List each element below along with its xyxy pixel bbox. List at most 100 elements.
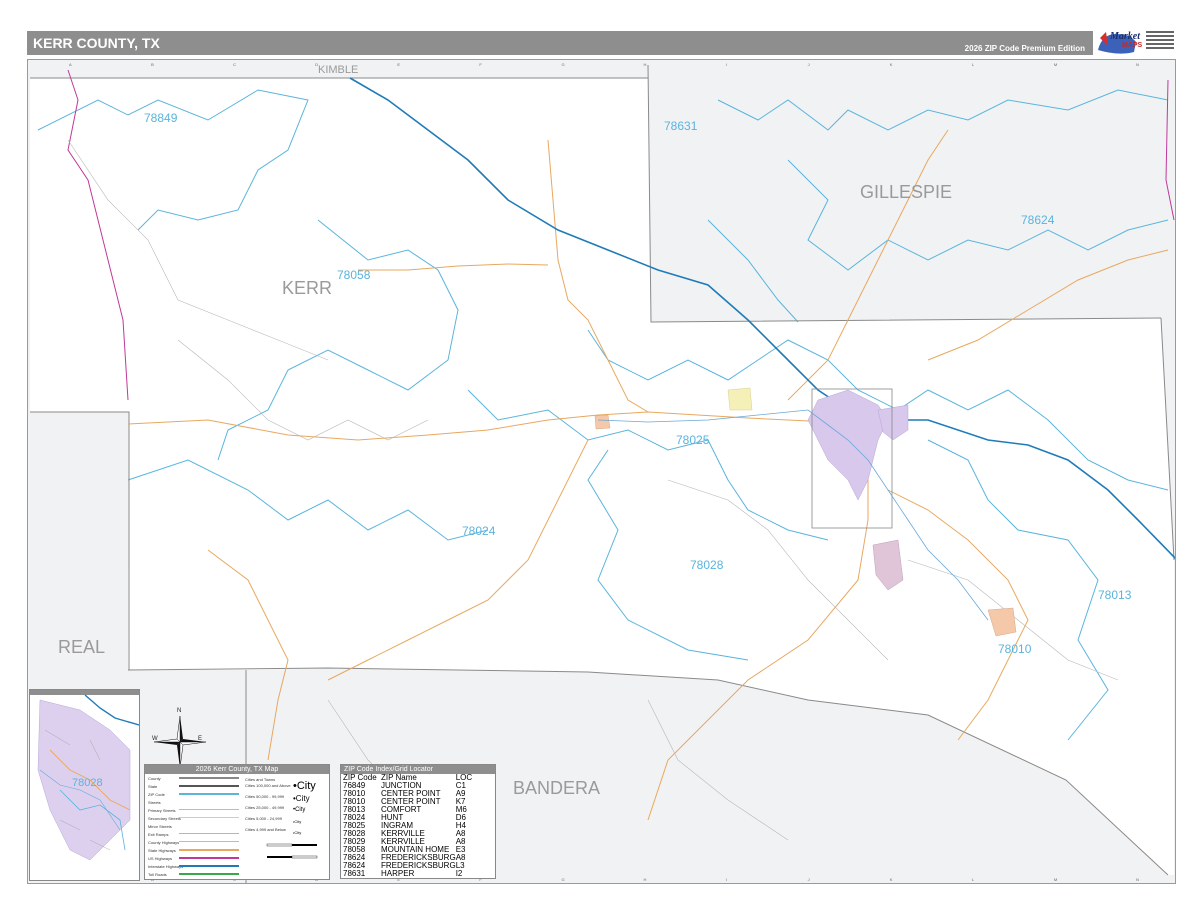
grid-letter-top-b: B: [151, 62, 154, 67]
local-road-e: [647, 699, 789, 841]
legend-swatch-toll: [179, 873, 239, 875]
zip-label-78849: 78849: [144, 111, 178, 125]
legend-city-tier-4-sample: •City: [293, 819, 302, 824]
legend-swatch-interstate: [179, 865, 239, 867]
logo-info: [1146, 31, 1174, 51]
compass-e: E: [198, 736, 203, 742]
zip-index-table: ZIP Code ZIP Name LOC 76849 JUNCTION C1 78…: [343, 774, 486, 878]
edition-label: 2026 ZIP Code Premium Edition: [964, 44, 1085, 53]
zip-index-zip: 78631: [343, 869, 366, 878]
legend-swatch-county: [179, 777, 239, 779]
legend-row-state-hwy: State Highways: [148, 848, 176, 853]
inset-zip-label-78028: 78028: [72, 777, 103, 789]
zip-code-index: ZIP Code Index/Grid Locator ZIP Code ZIP…: [340, 764, 496, 879]
legend-row-county: County: [148, 776, 161, 781]
legend-city-tier-3: Cities 25,000 - 49,999 •City: [245, 805, 327, 816]
legend-row-zip: ZIP Code: [148, 792, 165, 797]
grid-letter-top-g: G: [561, 62, 565, 67]
table-row: 78631 HARPER I2: [343, 870, 486, 878]
zip-boundary-i: [707, 219, 799, 323]
legend-swatch-primary: [179, 809, 239, 810]
county-label-bandera: BANDERA: [513, 778, 601, 798]
compass-w: W: [152, 736, 158, 742]
compass-n: N: [177, 708, 182, 714]
grid-letter-bottom-h: H: [643, 877, 647, 882]
grid-letter-top-k: K: [889, 62, 893, 67]
compass-star-icon: [153, 715, 207, 769]
grid-letter-top-h: H: [643, 62, 647, 67]
zip-label-78013: 78013: [1098, 588, 1132, 602]
legend-swatch-us-hwy: [179, 857, 239, 859]
legend-row-toll: Toll Roads: [148, 872, 167, 877]
legend-row-county-hwy: County Highways: [148, 840, 180, 845]
legend-swatch-county-hwy: [179, 841, 239, 842]
grid-letter-top-f: F: [479, 62, 482, 67]
legend-city-tier-5: Cities 4,999 and Below •City: [245, 827, 327, 838]
legend-city-tier-4-range: Cities 5,000 - 24,999: [245, 816, 282, 821]
grid-letter-top-n: N: [1135, 62, 1139, 67]
grid-letter-bottom-g: G: [561, 877, 565, 882]
zip-boundary-g: [787, 159, 1169, 271]
grid-letter-top-i: I: [725, 62, 727, 67]
grid-letter-top-d: D: [315, 62, 319, 67]
zip-label-78028: 78028: [690, 558, 724, 572]
map-legend: 2026 Kerr County, TX Map County State ZI…: [144, 764, 330, 880]
grid-letter-bottom-j: J: [807, 877, 810, 882]
legend-row-state: State: [148, 784, 158, 789]
legend-city-tier-2: Cities 50,000 - 99,999 •City: [245, 794, 327, 805]
zip-label-78010: 78010: [998, 642, 1032, 656]
logo-word: Market: [1110, 31, 1140, 42]
grid-letter-bottom-m: M: [1053, 877, 1058, 882]
legend-city-tier-4: Cities 5,000 - 24,999 •City: [245, 816, 327, 827]
county-label-kerr: KERR: [282, 278, 333, 298]
state-line-east: [1165, 79, 1175, 221]
legend-city-tier-1-sample: •City: [293, 780, 316, 792]
legend-swatch-state: [179, 785, 239, 787]
grid-letter-top-l: L: [971, 62, 975, 67]
legend-swatch-exit: [179, 833, 239, 834]
hunt-area: [594, 414, 611, 430]
compass-rose: N S E W: [150, 708, 210, 776]
zip-boundary-h: [717, 89, 1169, 131]
legend-scale-bar: [266, 843, 318, 859]
grid-letter-top-a: A: [69, 62, 72, 67]
legend-city-tier-2-sample: •City: [293, 794, 310, 803]
grid-letter-top-c: C: [233, 62, 237, 67]
legend-city-tier-1-range: Cities 100,000 and Above: [245, 783, 291, 788]
zip-index-loc: I2: [455, 869, 463, 878]
county-label-kimble: KIMBLE: [318, 64, 359, 76]
zip-label-78058: 78058: [337, 268, 371, 282]
grid-letter-bottom-n: N: [1135, 877, 1139, 882]
legend-city-tier-2-range: Cities 50,000 - 99,999: [245, 794, 285, 799]
grid-letter-bottom-l: L: [971, 877, 975, 882]
zip-index-name: HARPER: [381, 869, 415, 878]
county-label-real: REAL: [58, 637, 106, 657]
county-label-gillespie: GILLESPIE: [860, 182, 953, 202]
ingram-area: [727, 387, 753, 411]
legend-row-secondary: Secondary Streets: [148, 816, 181, 821]
grid-letter-top-m: M: [1053, 62, 1058, 67]
grid-letter-bottom-i: I: [725, 877, 727, 882]
map-title: KERR COUNTY, TX: [33, 35, 160, 51]
grid-letter-bottom-k: K: [889, 877, 893, 882]
legend-row-minor: Minor Streets: [148, 824, 172, 829]
legend-city-tier-5-range: Cities 4,999 and Below: [245, 827, 286, 832]
grid-letter-top-e: E: [397, 62, 400, 67]
zip-label-78024: 78024: [462, 524, 496, 538]
legend-swatch-state-hwy: [179, 849, 239, 851]
legend-row-us-hwy: US Highways: [148, 856, 173, 861]
legend-cities: Cities and Towns Cities 100,000 and Abov…: [245, 777, 327, 838]
county-line-real: [30, 411, 130, 670]
kerrville-inset-map[interactable]: 78028: [29, 689, 140, 881]
legend-row-interstate: Interstate Highways: [148, 864, 184, 869]
grid-letter-top-j: J: [807, 62, 810, 67]
legend-swatch-secondary: [179, 817, 239, 818]
zip-label-78025: 78025: [676, 433, 710, 447]
legend-city-tier-1: Cities 100,000 and Above •City: [245, 780, 327, 794]
legend-city-tier-5-sample: •City: [293, 830, 302, 835]
legend-row-exit: Exit Ramps: [148, 832, 169, 837]
zip-label-78624: 78624: [1021, 213, 1055, 227]
legend-row-primary: Primary Streets: [148, 808, 176, 813]
legend-city-tier-3-sample: •City: [293, 807, 306, 813]
legend-row-streets: Streets: [148, 800, 161, 805]
